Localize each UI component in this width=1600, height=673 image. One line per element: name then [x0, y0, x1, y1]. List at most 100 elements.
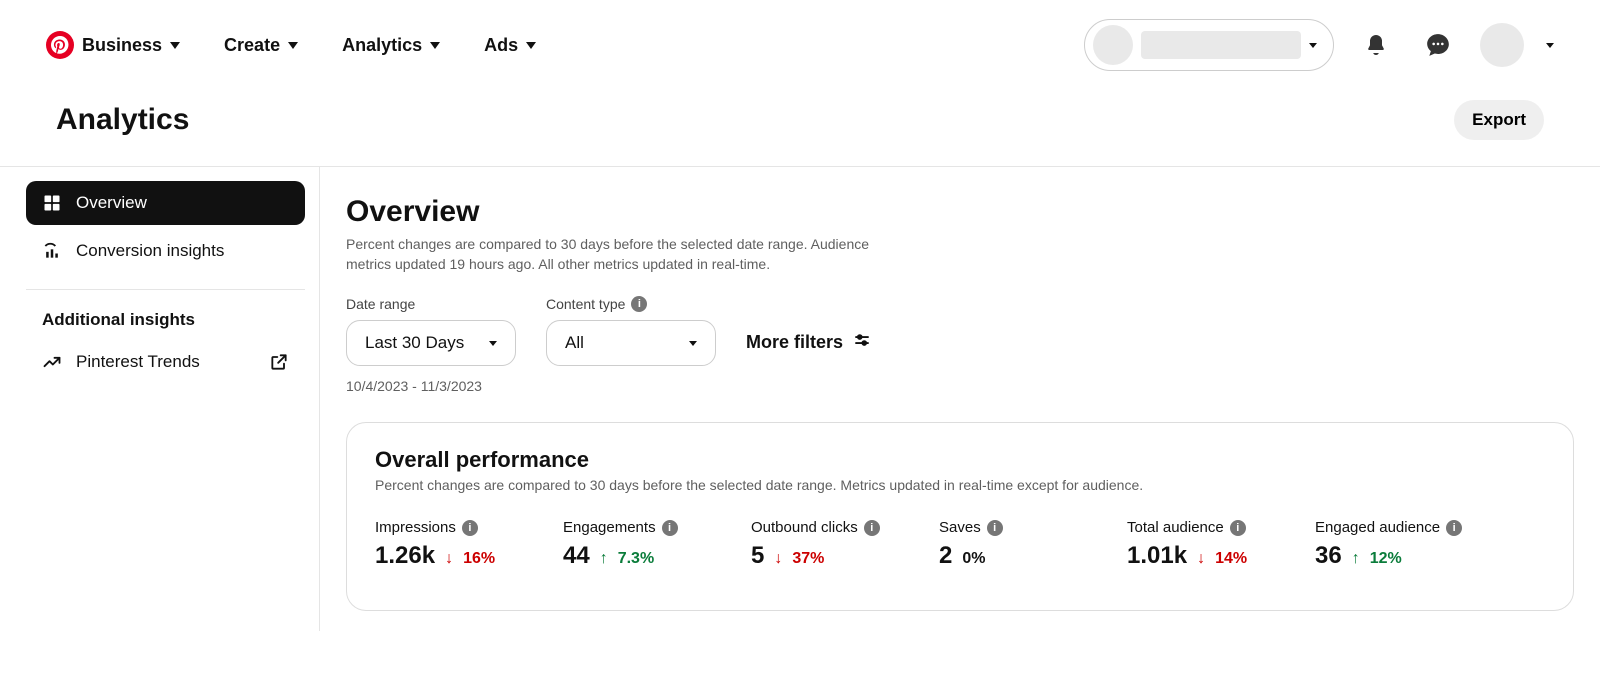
performance-title: Overall performance: [375, 447, 1545, 473]
pinterest-logo-icon: [46, 31, 74, 59]
content-type-select[interactable]: All: [546, 320, 716, 366]
external-link-icon: [269, 352, 289, 372]
sliders-icon: [853, 331, 871, 354]
metric-value: 1.01k: [1127, 542, 1187, 570]
nav-ads[interactable]: Ads: [484, 35, 536, 56]
sidebar-additional-heading: Additional insights: [26, 306, 305, 340]
metric-value-row: 36 ↑ 12%: [1315, 542, 1462, 570]
nav-create[interactable]: Create: [224, 35, 298, 56]
metric-engaged-audience[interactable]: Engaged audience i 36 ↑ 12%: [1315, 519, 1462, 570]
metric-change: 16%: [463, 550, 495, 568]
page-title: Analytics: [56, 103, 189, 137]
date-range-select[interactable]: Last 30 Days: [346, 320, 516, 366]
filters-row: Date range Last 30 Days Content type i A…: [346, 296, 1574, 366]
info-icon[interactable]: i: [1230, 520, 1246, 536]
sidebar-item-label: Conversion insights: [76, 241, 224, 261]
metric-label-row: Impressions i: [375, 519, 515, 536]
metric-value: 1.26k: [375, 542, 435, 570]
notifications-button[interactable]: [1356, 25, 1396, 65]
sidebar-item-overview[interactable]: Overview: [26, 181, 305, 225]
metric-change: 7.3%: [618, 550, 654, 568]
chevron-down-icon: [288, 42, 298, 49]
main-layout: Overview Conversion insights Additional …: [0, 167, 1600, 631]
nav-business-label: Business: [82, 35, 162, 56]
chevron-down-icon: [526, 42, 536, 49]
metric-total-audience[interactable]: Total audience i 1.01k ↓ 14%: [1127, 519, 1267, 570]
metric-impressions[interactable]: Impressions i 1.26k ↓ 16%: [375, 519, 515, 570]
metric-change: 14%: [1215, 550, 1247, 568]
metric-value-row: 1.26k ↓ 16%: [375, 542, 515, 570]
top-nav-left: Business Create Analytics Ads: [46, 31, 536, 59]
metric-outbound-clicks[interactable]: Outbound clicksi 5 ↓ 37%: [751, 519, 891, 570]
info-icon[interactable]: i: [864, 520, 880, 536]
account-switcher[interactable]: [1084, 19, 1334, 71]
title-row: Analytics Export: [0, 90, 1600, 166]
date-range-value: Last 30 Days: [365, 333, 464, 353]
metric-value-row: 20%: [939, 542, 1079, 570]
metric-value: 36: [1315, 542, 1342, 570]
more-filters-button[interactable]: More filters: [746, 331, 871, 366]
content-subtitle: Percent changes are compared to 30 days …: [346, 235, 916, 274]
metric-value: 44: [563, 542, 590, 570]
nav-analytics-label: Analytics: [342, 35, 422, 56]
metric-label-row: Engagements i: [563, 519, 703, 536]
metric-label: Saves: [939, 519, 981, 536]
arrow-down-icon: ↓: [774, 550, 782, 568]
user-menu-chevron-icon[interactable]: [1546, 43, 1554, 48]
info-icon[interactable]: i: [987, 520, 1003, 536]
sidebar-item-conversion-insights[interactable]: Conversion insights: [26, 229, 305, 273]
metric-label: Total audience: [1127, 519, 1224, 536]
date-range-text: 10/4/2023 - 11/3/2023: [346, 378, 1574, 394]
metric-engagements[interactable]: Engagements i 44 ↑ 7.3%: [563, 519, 703, 570]
metric-value: 5: [751, 542, 764, 570]
grid-icon: [42, 193, 62, 213]
sidebar-item-pinterest-trends[interactable]: Pinterest Trends: [26, 340, 305, 384]
nav-business[interactable]: Business: [46, 31, 180, 59]
nav-ads-label: Ads: [484, 35, 518, 56]
metric-label: Impressions: [375, 519, 456, 536]
account-avatar-placeholder: [1093, 25, 1133, 65]
metric-label-row: Engaged audience i: [1315, 519, 1462, 536]
sidebar-item-label: Overview: [76, 193, 147, 213]
content-type-value: All: [565, 333, 584, 353]
arrow-down-icon: ↓: [445, 550, 453, 568]
metric-change: 37%: [792, 550, 824, 568]
metrics-row: Impressions i 1.26k ↓ 16% Engagements i 44 ↑ 7.3%…: [375, 519, 1545, 570]
info-icon[interactable]: i: [631, 296, 647, 312]
chevron-down-icon: [689, 341, 697, 346]
messages-button[interactable]: [1418, 25, 1458, 65]
overall-performance-card: Overall performance Percent changes are …: [346, 422, 1574, 611]
info-icon[interactable]: i: [662, 520, 678, 536]
filter-content-type: Content type i All: [546, 296, 716, 366]
chevron-down-icon: [1309, 43, 1317, 48]
filter-date-range: Date range Last 30 Days: [346, 296, 516, 366]
metric-saves[interactable]: Savesi 20%: [939, 519, 1079, 570]
arrow-down-icon: ↓: [1197, 550, 1205, 568]
top-nav-right: [1084, 19, 1554, 71]
arrow-up-icon: ↑: [600, 550, 608, 568]
chevron-down-icon: [489, 341, 497, 346]
chevron-down-icon: [170, 42, 180, 49]
performance-subtitle: Percent changes are compared to 30 days …: [375, 477, 1545, 493]
export-button[interactable]: Export: [1454, 100, 1544, 140]
metric-label: Engagements: [563, 519, 656, 536]
nav-create-label: Create: [224, 35, 280, 56]
sidebar: Overview Conversion insights Additional …: [0, 167, 320, 631]
info-icon[interactable]: i: [462, 520, 478, 536]
user-avatar[interactable]: [1480, 23, 1524, 67]
metric-label: Engaged audience: [1315, 519, 1440, 536]
metric-value-row: 1.01k ↓ 14%: [1127, 542, 1267, 570]
metric-value-row: 44 ↑ 7.3%: [563, 542, 703, 570]
arrow-up-icon: ↑: [1352, 550, 1360, 568]
chat-icon: [1425, 32, 1451, 58]
metric-change: 12%: [1370, 550, 1402, 568]
info-icon[interactable]: i: [1446, 520, 1462, 536]
more-filters-label: More filters: [746, 332, 843, 353]
metric-change: 0%: [962, 550, 985, 568]
chevron-down-icon: [430, 42, 440, 49]
metric-value-row: 5 ↓ 37%: [751, 542, 891, 570]
nav-analytics[interactable]: Analytics: [342, 35, 440, 56]
conversion-icon: [42, 241, 62, 261]
bell-icon: [1364, 33, 1388, 57]
metric-label-row: Outbound clicksi: [751, 519, 891, 536]
